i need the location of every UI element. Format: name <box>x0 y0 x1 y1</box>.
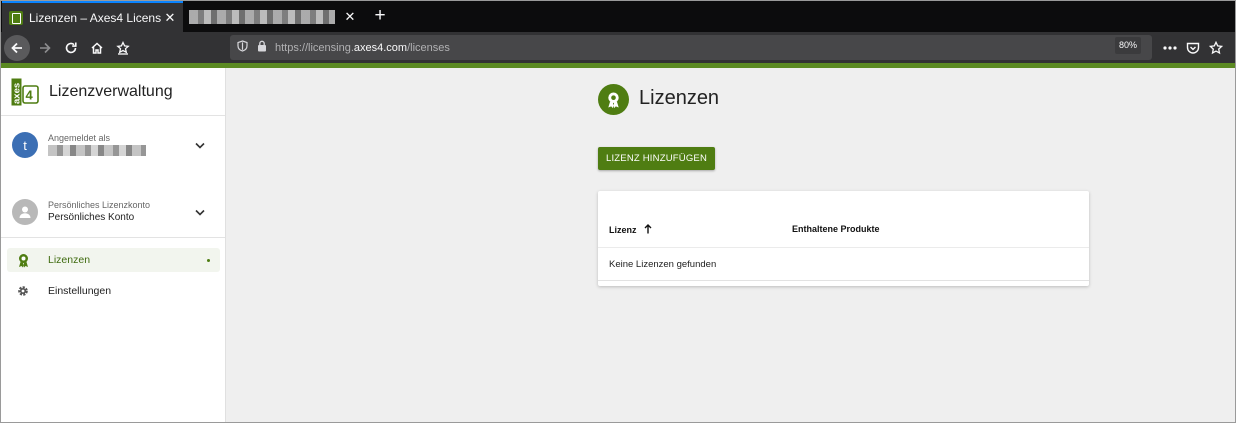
url-path: /licenses <box>407 41 450 54</box>
url-text[interactable]: https://licensing.axes4.com/licenses <box>275 42 450 54</box>
gear-icon <box>11 284 35 298</box>
tracking-shield-icon[interactable] <box>237 40 248 55</box>
sidebar-item-einstellungen[interactable]: Einstellungen <box>7 279 220 303</box>
extension-icon[interactable] <box>110 35 136 61</box>
home-icon[interactable] <box>84 35 110 61</box>
axes4-logo-icon: axes 4 <box>11 78 39 106</box>
sidebar: axes 4 Lizenzverwaltung t Angemeldet als <box>1 68 226 422</box>
sidebar-divider <box>1 237 225 238</box>
table-footer-divider <box>598 280 1089 281</box>
account-value: Persönliches Konto <box>48 212 135 223</box>
sidebar-header: axes 4 Lizenzverwaltung <box>1 68 225 116</box>
column-header-license[interactable]: Lizenz <box>609 224 652 236</box>
chevron-down-icon[interactable] <box>195 136 217 154</box>
award-ribbon-icon <box>11 253 35 268</box>
active-dot <box>207 258 210 262</box>
app-title: Lizenzverwaltung <box>49 82 173 100</box>
navigation-toolbar: https://licensing.axes4.com/licenses 80% <box>1 32 1235 63</box>
sidebar-item-label: Lizenzen <box>48 254 91 266</box>
close-tab-icon[interactable]: ✕ <box>161 10 179 26</box>
column-header-products[interactable]: Enthaltene Produkte <box>792 224 880 234</box>
tab-title: Lizenzen – Axes4 License Server <box>29 10 161 25</box>
lock-icon[interactable] <box>257 40 267 55</box>
forward-arrow-icon[interactable] <box>32 35 58 61</box>
user-name-redacted <box>48 144 195 158</box>
account-avatar-person-icon <box>12 199 38 225</box>
axes4-favicon-icon <box>9 10 23 25</box>
column-header-license-label: Lizenz <box>609 225 637 235</box>
url-bar[interactable]: https://licensing.axes4.com/licenses <box>230 35 1152 60</box>
svg-text:4: 4 <box>26 87 34 102</box>
user-avatar: t <box>12 132 38 158</box>
url-prefix: https://licensing. <box>275 41 354 54</box>
tab-bar: Lizenzen – Axes4 License Server ✕ ✕ + <box>1 1 1235 32</box>
account-label: Persönliches Lizenzkonto <box>48 200 151 210</box>
user-section[interactable]: t Angemeldet als <box>1 125 225 165</box>
close-tab-icon[interactable]: ✕ <box>341 9 359 25</box>
redacted-tab-title <box>189 9 335 24</box>
sort-arrow-up-icon[interactable] <box>644 224 652 236</box>
table-divider <box>598 247 1089 248</box>
sidebar-item-label: Einstellungen <box>48 285 112 297</box>
main-content: Lizenzen LIZENZ HINZUFÜGEN Lizenz Enthal… <box>226 68 1235 422</box>
add-license-button[interactable]: LIZENZ HINZUFÜGEN <box>598 147 715 170</box>
tab-background[interactable]: ✕ <box>185 1 363 32</box>
chevron-down-icon[interactable] <box>195 203 217 221</box>
url-host: axes4.com <box>353 41 408 54</box>
award-ribbon-icon <box>598 84 629 115</box>
svg-text:axes: axes <box>12 82 23 103</box>
account-section[interactable]: Persönliches Lizenzkonto Persönliches Ko… <box>1 192 225 232</box>
new-tab-plus-icon[interactable]: + <box>370 6 390 26</box>
bookmark-star-icon[interactable] <box>1203 35 1229 61</box>
user-label: Angemeldet als <box>48 133 111 143</box>
tab-lizenzen[interactable]: Lizenzen – Axes4 License Server ✕ <box>2 1 183 32</box>
page-title: Lizenzen <box>639 87 720 109</box>
reload-icon[interactable] <box>58 35 84 61</box>
browser-window: Lizenzen – Axes4 License Server ✕ ✕ + <box>0 0 1236 423</box>
licenses-table: Lizenz Enthaltene Produkte Keine Lizenze… <box>598 191 1089 286</box>
sidebar-item-lizenzen[interactable]: Lizenzen <box>7 248 220 272</box>
empty-table-message: Keine Lizenzen gefunden <box>609 259 717 270</box>
back-arrow-icon[interactable] <box>4 35 30 61</box>
zoom-indicator[interactable]: 80% <box>1115 37 1141 54</box>
